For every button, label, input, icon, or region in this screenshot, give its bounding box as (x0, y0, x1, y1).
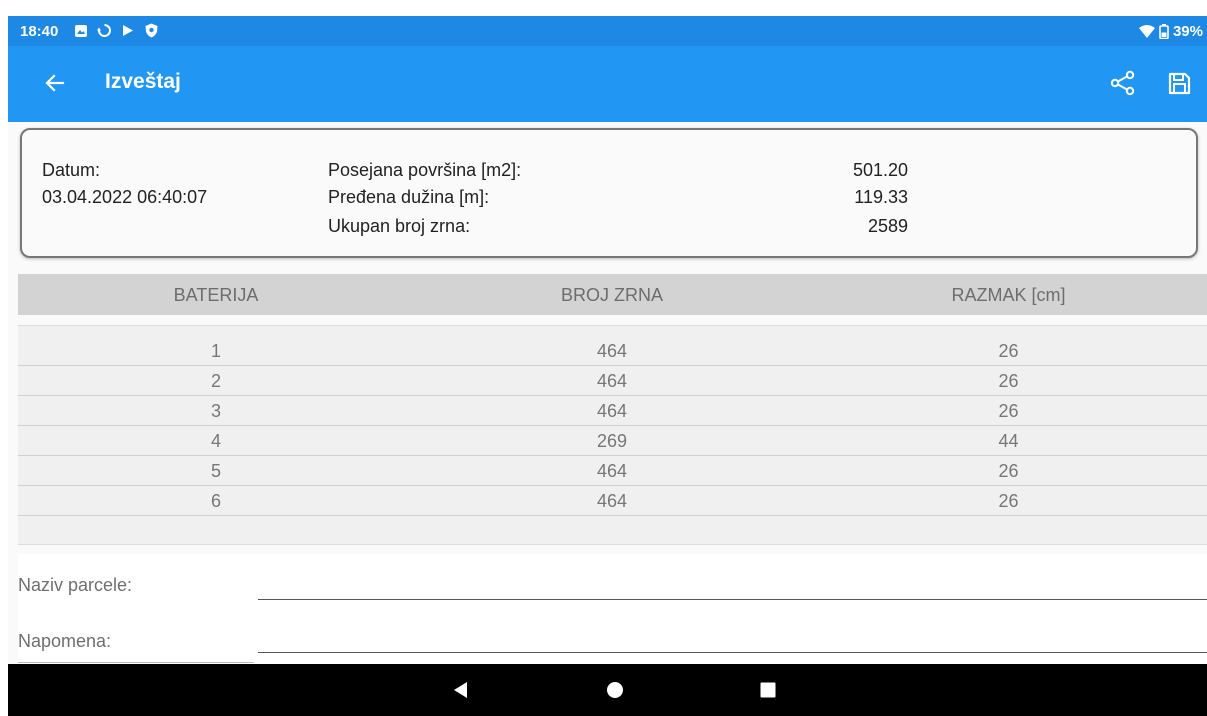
table-row: 3 464 26 (18, 396, 1207, 426)
seeds-value: 2589 (867, 216, 908, 236)
table-row: 4 269 44 (18, 426, 1207, 456)
cell-razmak: 26 (998, 341, 1019, 361)
form-area: Naziv parcele: Napomena: (18, 554, 1207, 664)
table-header: BATERIJA BROJ ZRNA RAZMAK [cm] (18, 274, 1207, 315)
length-label: Pređena dužina [m]: (328, 187, 490, 207)
shield-notification-icon (145, 23, 158, 38)
cell-broj-zrna: 464 (596, 341, 628, 361)
area-value: 501.20 (852, 160, 908, 180)
cell-baterija: 1 (210, 341, 221, 361)
column-header-broj-zrna: BROJ ZRNA (560, 285, 663, 305)
triangle-back-icon[interactable] (452, 681, 470, 699)
cell-broj-zrna: 464 (596, 461, 628, 481)
table-row: 2 464 26 (18, 366, 1207, 396)
table-row: 1 464 26 (18, 336, 1207, 366)
circle-home-icon[interactable] (606, 681, 624, 699)
status-time: 18:40 (20, 23, 59, 40)
cell-baterija: 3 (210, 401, 221, 421)
cell-broj-zrna: 464 (596, 491, 628, 511)
cell-razmak: 26 (998, 461, 1019, 481)
note-input[interactable] (258, 652, 1207, 653)
length-value: 119.33 (854, 187, 908, 207)
cell-razmak: 44 (998, 431, 1019, 451)
navigation-bar (8, 664, 1207, 716)
area-label: Posejana površina [m2]: (328, 160, 522, 180)
cell-razmak: 26 (998, 401, 1019, 421)
cell-razmak: 26 (998, 371, 1019, 391)
summary-card: Datum: 03.04.2022 06:40:07 Posejana povr… (20, 128, 1198, 258)
parcel-name-input[interactable] (258, 599, 1207, 600)
note-label: Napomena: (18, 631, 112, 651)
date-label: Datum: (42, 160, 101, 180)
column-header-razmak: RAZMAK [cm] (951, 285, 1066, 305)
arrow-back-icon[interactable] (42, 70, 68, 96)
date-value: 03.04.2022 06:40:07 (42, 187, 208, 207)
image-notification-icon (75, 24, 87, 37)
play-notification-icon (123, 25, 133, 36)
battery-icon (1159, 24, 1169, 39)
app-bar: Izveštaj (8, 46, 1207, 122)
cell-baterija: 2 (210, 371, 221, 391)
page-title: Izveštaj (105, 70, 181, 93)
cell-razmak: 26 (998, 491, 1019, 511)
table-row: 6 464 26 (18, 486, 1207, 516)
seeds-label: Ukupan broj zrna: (328, 216, 471, 236)
data-table: 1 464 26 2 464 26 3 464 26 4 269 44 5 46… (18, 325, 1207, 545)
cell-baterija: 6 (210, 491, 221, 511)
floppy-disk-icon[interactable] (1166, 70, 1192, 96)
cell-baterija: 5 (210, 461, 221, 481)
square-recents-icon[interactable] (759, 681, 777, 699)
cell-broj-zrna: 269 (596, 431, 628, 451)
parcel-name-label: Naziv parcele: (18, 575, 133, 595)
status-bar: 18:40 39% (8, 16, 1207, 46)
sync-notification-icon (97, 24, 111, 37)
device-screen: 18:40 39% Izveštaj Datum: 03.04.2022 06:… (8, 16, 1207, 716)
divider (18, 662, 254, 663)
wifi-icon (1138, 24, 1155, 38)
table-row: 5 464 26 (18, 456, 1207, 486)
cell-baterija: 4 (210, 431, 221, 451)
battery-percent: 39% (1172, 23, 1203, 40)
share-icon[interactable] (1110, 70, 1136, 96)
column-header-baterija: BATERIJA (173, 285, 259, 305)
cell-broj-zrna: 464 (596, 371, 628, 391)
cell-broj-zrna: 464 (596, 401, 628, 421)
